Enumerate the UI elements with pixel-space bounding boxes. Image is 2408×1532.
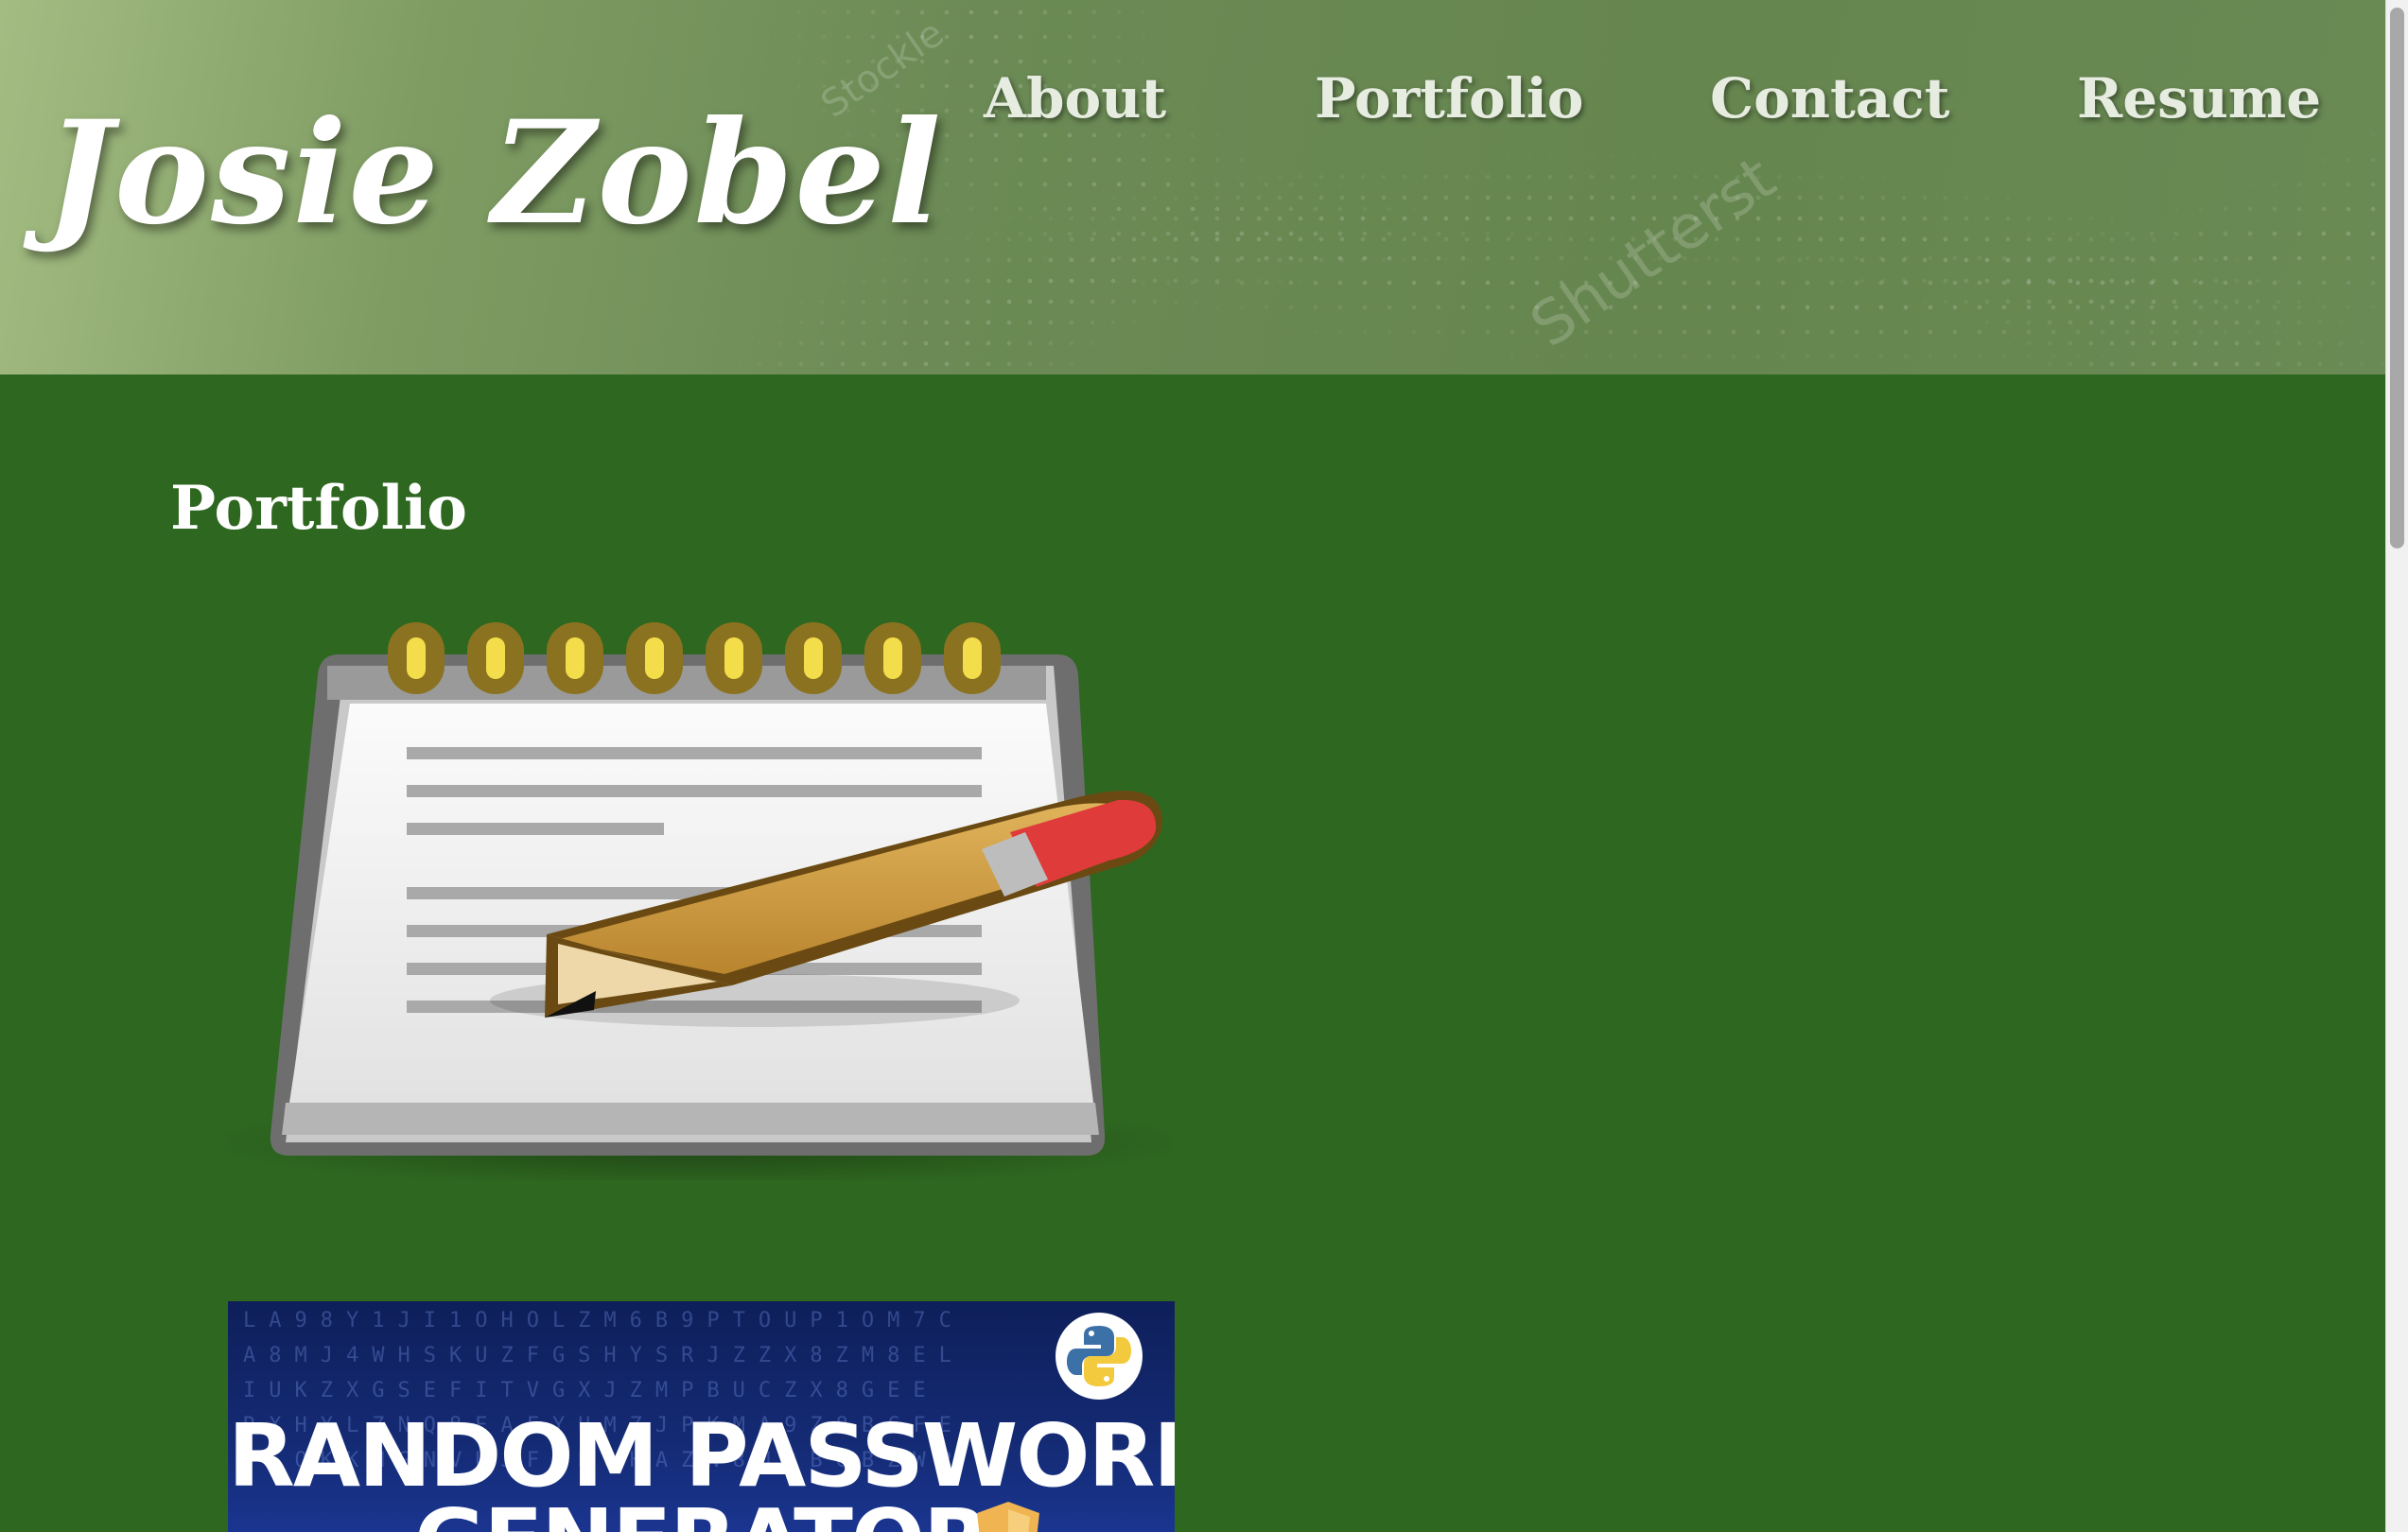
project-card-password-generator[interactable]: LA98Y1JI1OHOLZM6B9PTOUP1OM7C A8MJ4WHSKUZ… (228, 1301, 1175, 1532)
project-card-notepad[interactable] (206, 613, 1190, 1188)
nav-link-portfolio[interactable]: Portfolio (1315, 66, 1583, 131)
site-header: Stockle Shutterst Josie Zobel About Port… (0, 0, 2385, 374)
scrollbar-thumb[interactable] (2390, 8, 2404, 548)
nav-link-about[interactable]: About (984, 66, 1166, 131)
page-scrollbar[interactable] (2385, 0, 2408, 1532)
nav-link-resume[interactable]: Resume (2077, 66, 2321, 131)
main-nav: About Portfolio Contact Resume (0, 66, 2385, 142)
shield-icon (977, 1502, 1039, 1532)
section-title: Portfolio (170, 473, 467, 544)
notepad-pencil-icon (206, 622, 1190, 1188)
python-logo-icon (1056, 1313, 1143, 1400)
nav-link-contact[interactable]: Contact (1710, 66, 1950, 131)
